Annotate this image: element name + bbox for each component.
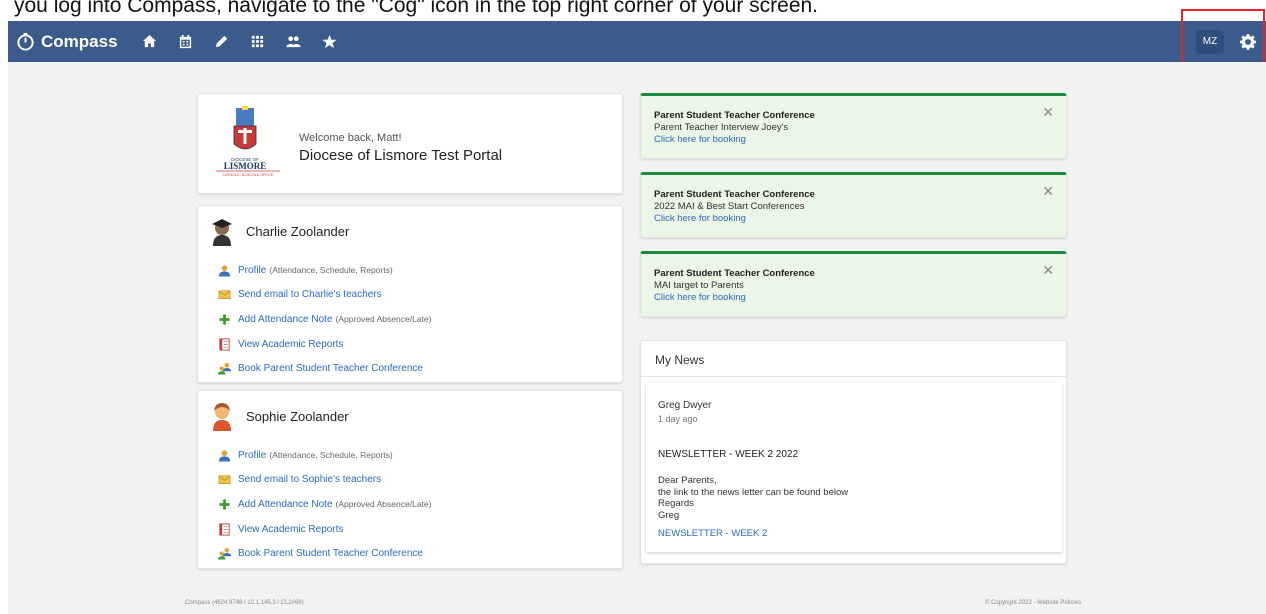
student-link-book-conference[interactable]: Book Parent Student Teacher Conference [218,356,431,381]
plus-icon [219,314,230,325]
notice-booking-link[interactable]: Click here for booking [654,213,746,224]
footer-version: Compass (4624.9748 / 12.1.145.3 / CL2#68… [185,600,304,606]
notice-body: 2022 MAI & Best Start Conferences [654,201,805,212]
news-panel-title: My News [655,353,705,367]
profile-icon [218,450,231,462]
student-link-attendance-note[interactable]: Add Attendance Note (Approved Absence/La… [218,307,431,332]
people-icon[interactable] [276,21,312,62]
notice-title: Parent Student Teacher Conference [654,189,815,200]
notice-title: Parent Student Teacher Conference [654,268,815,279]
home-icon[interactable] [132,21,168,62]
compass-logo-icon [17,32,34,51]
report-icon [219,338,230,351]
brand[interactable]: Compass [16,32,118,52]
student-link-attendance-note[interactable]: Add Attendance Note (Approved Absence/La… [218,492,431,517]
instruction-caption: you log into Compass, navigate to the "C… [14,0,819,17]
conference-icon [218,363,231,375]
notice-card: Parent Student Teacher Conference MAI ta… [640,251,1067,317]
student-name: Sophie Zoolander [246,408,349,424]
notice-booking-link[interactable]: Click here for booking [654,292,746,303]
profile-icon [218,265,231,277]
student-link-profile[interactable]: Profile (Attendance, Schedule, Reports) [218,443,431,468]
conference-icon [218,548,231,560]
brand-name: Compass [41,31,118,51]
welcome-greeting: Welcome back, Matt! [299,132,402,144]
news-headline: NEWSLETTER - WEEK 2 2022 [658,449,799,460]
student-card-sophie: Sophie Zoolander Profile (Attendance, Sc… [197,390,623,569]
news-item: Greg Dwyer 1 day ago NEWSLETTER - WEEK 2… [646,382,1062,552]
news-timestamp: 1 day ago [658,414,698,424]
notice-booking-link[interactable]: Click here for booking [654,134,746,145]
student-link-academic-reports[interactable]: View Academic Reports [218,332,431,357]
top-navbar: Compass MZ [8,21,1266,62]
report-icon [219,523,230,536]
news-author: Greg Dwyer [658,400,712,411]
notice-title: Parent Student Teacher Conference [654,110,815,121]
student-avatar [213,403,231,431]
student-link-book-conference[interactable]: Book Parent Student Teacher Conference [218,541,431,566]
close-icon[interactable]: ✕ [1042,183,1054,200]
student-card-charlie: Charlie Zoolander Profile (Attendance, S… [197,205,623,383]
star-icon[interactable] [312,21,348,62]
notice-body: Parent Teacher Interview Joey's [654,122,789,133]
divider [641,376,1066,377]
portal-title: Diocese of Lismore Test Portal [299,147,503,164]
svg-text:LISMORE: LISMORE [224,161,267,171]
news-body: Dear Parents, the link to the news lette… [658,475,849,521]
notice-card: Parent Student Teacher Conference 2022 M… [640,172,1067,238]
grid-icon[interactable] [240,21,276,62]
envelope-icon [218,475,231,485]
envelope-icon [218,290,231,300]
svg-text:CATHOLIC SCHOOLS OFFICE: CATHOLIC SCHOOLS OFFICE [223,173,274,177]
footer-copyright[interactable]: © Copyright 2022 - Website Policies [985,600,1081,606]
main-content: DIOCESE OF LISMORE CATHOLIC SCHOOLS OFFI… [8,62,1266,614]
student-link-email[interactable]: Send email to Charlie's teachers [218,283,431,308]
calendar-icon[interactable] [168,21,204,62]
welcome-card: DIOCESE OF LISMORE CATHOLIC SCHOOLS OFFI… [197,93,623,194]
student-avatar [212,219,232,246]
my-news-panel: My News Greg Dwyer 1 day ago NEWSLETTER … [640,340,1067,564]
close-icon[interactable]: ✕ [1042,104,1054,121]
student-name: Charlie Zoolander [246,223,350,239]
newsletter-link[interactable]: NEWSLETTER - WEEK 2 [658,528,767,539]
student-link-academic-reports[interactable]: View Academic Reports [218,517,431,542]
close-icon[interactable]: ✕ [1042,262,1054,279]
notice-card: Parent Student Teacher Conference Parent… [640,93,1067,159]
pencil-icon[interactable] [204,21,240,62]
notice-body: MAI target to Parents [654,280,744,291]
student-link-email[interactable]: Send email to Sophie's teachers [218,468,431,493]
plus-icon [219,499,230,510]
diocese-crest-logo: DIOCESE OF LISMORE CATHOLIC SCHOOLS OFFI… [216,106,280,177]
student-link-profile[interactable]: Profile (Attendance, Schedule, Reports) [218,258,431,283]
